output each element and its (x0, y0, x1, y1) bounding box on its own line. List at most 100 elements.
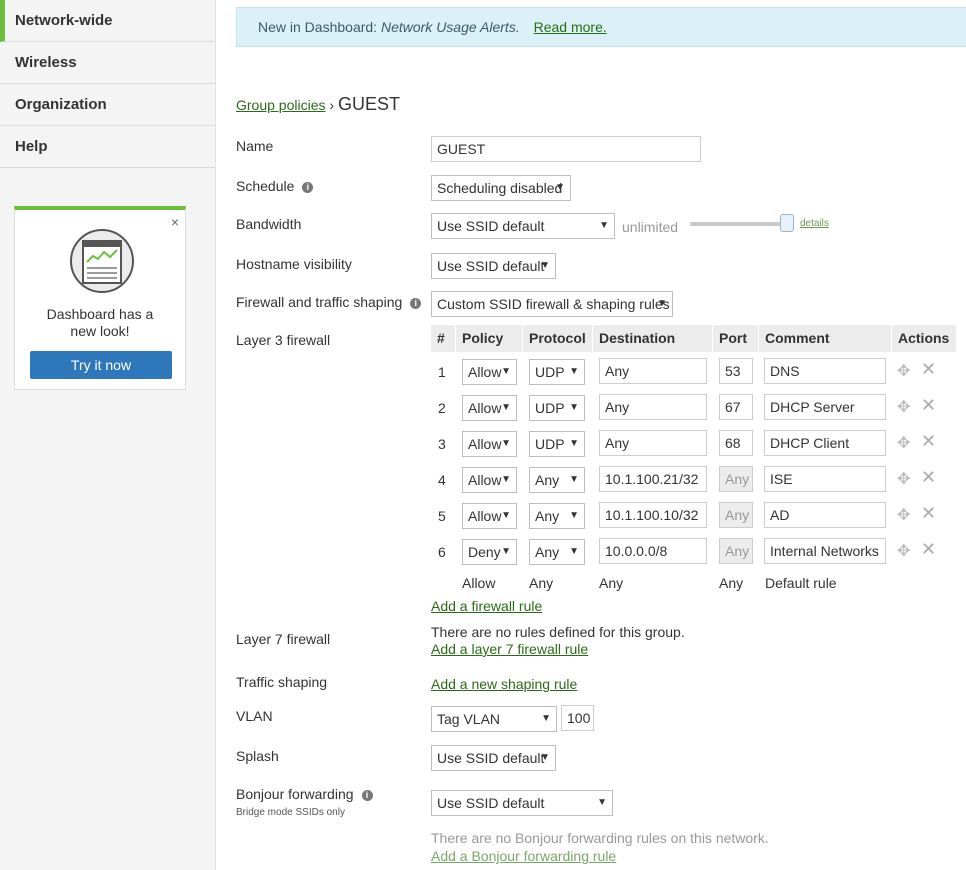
banner-feature: Network Usage Alerts. (380, 19, 520, 35)
try-it-now-button[interactable]: Try it now (30, 351, 172, 379)
bandwidth-slider-track[interactable] (690, 222, 788, 226)
chevron-down-icon: ▼ (569, 438, 579, 449)
splash-select-value: Use SSID default (437, 750, 545, 766)
info-icon[interactable]: i (302, 182, 314, 193)
rule-protocol-select[interactable]: Any ▼ (529, 467, 585, 493)
rule-destination-input[interactable]: 10.0.0.0/8 (599, 538, 707, 564)
col-header-protocol: Protocol (523, 325, 592, 352)
rule-protocol-select[interactable]: Any ▼ (529, 503, 585, 529)
delete-icon[interactable]: ✕ (921, 359, 936, 380)
move-icon[interactable]: ✥ (897, 397, 910, 417)
firewall-label: Firewall and traffic shaping (236, 294, 403, 310)
rule-policy-select-value: Allow (468, 400, 502, 416)
move-icon[interactable]: ✥ (897, 541, 910, 561)
firewall-label-row: Firewall and traffic shaping i (236, 294, 422, 310)
sidebar: Network-wide Wireless Organization Help … (0, 0, 216, 870)
delete-icon[interactable]: ✕ (921, 467, 936, 488)
rule-destination-input[interactable]: Any (599, 430, 707, 456)
splash-select[interactable]: Use SSID default ▼ (431, 745, 556, 771)
rule-policy-select[interactable]: Allow ▼ (462, 467, 517, 493)
rule-policy-select[interactable]: Allow ▼ (462, 431, 517, 457)
bandwidth-details-link[interactable]: details (800, 218, 829, 229)
layer7-label: Layer 7 firewall (236, 631, 331, 647)
name-input[interactable]: GUEST (431, 136, 701, 162)
rule-policy-select[interactable]: Deny ▼ (462, 539, 517, 565)
rule-protocol-select[interactable]: Any ▼ (529, 539, 585, 565)
move-icon[interactable]: ✥ (897, 361, 910, 381)
add-shaping-rule-link[interactable]: Add a new shaping rule (431, 676, 577, 692)
add-firewall-rule-link[interactable]: Add a firewall rule (431, 598, 542, 614)
add-layer7-rule-link[interactable]: Add a layer 7 firewall rule (431, 641, 588, 657)
move-icon[interactable]: ✥ (897, 433, 910, 453)
default-rule-policy: Allow (462, 575, 496, 591)
firewall-select[interactable]: Custom SSID firewall & shaping rules ▼ (431, 291, 673, 317)
rule-comment-input[interactable]: DHCP Client (764, 430, 886, 456)
delete-icon[interactable]: ✕ (921, 431, 936, 452)
rule-comment-input[interactable]: ISE (764, 466, 886, 492)
rule-comment-input[interactable]: DHCP Server (764, 394, 886, 420)
banner-prefix: New in Dashboard: (258, 19, 378, 35)
bonjour-select-value: Use SSID default (437, 795, 545, 811)
breadcrumb-group-policies[interactable]: Group policies (236, 97, 326, 113)
bandwidth-select[interactable]: Use SSID default ▼ (431, 213, 615, 239)
rule-protocol-select[interactable]: UDP ▼ (529, 431, 585, 457)
close-icon[interactable]: × (171, 214, 179, 230)
info-icon[interactable]: i (410, 298, 422, 309)
schedule-select[interactable]: Scheduling disabled ▼ (431, 175, 571, 201)
bandwidth-slider-handle[interactable] (780, 214, 794, 232)
col-header-number: # (431, 325, 455, 352)
rule-policy-select[interactable]: Allow ▼ (462, 359, 517, 385)
new-look-promo: × Dashboard has a new look! Try it now (14, 206, 186, 390)
rule-protocol-select[interactable]: UDP ▼ (529, 395, 585, 421)
rule-destination-input[interactable]: Any (599, 358, 707, 384)
vlan-id-input[interactable]: 100 (561, 705, 594, 731)
nav-network-wide[interactable]: Network-wide (0, 0, 215, 42)
rule-protocol-select-value: UDP (535, 364, 565, 380)
rule-protocol-select[interactable]: UDP ▼ (529, 359, 585, 385)
chevron-down-icon: ▼ (555, 182, 565, 193)
bonjour-label: Bonjour forwarding (236, 786, 354, 802)
rule-destination-input[interactable]: Any (599, 394, 707, 420)
rule-protocol-select-value: Any (535, 544, 560, 560)
rule-destination-input[interactable]: 10.1.100.10/32 (599, 502, 707, 528)
vlan-select[interactable]: Tag VLAN ▼ (431, 706, 557, 732)
chevron-down-icon: ▼ (599, 220, 609, 231)
rule-policy-select[interactable]: Allow ▼ (462, 395, 517, 421)
hostname-select[interactable]: Use SSID default ▼ (431, 253, 556, 279)
rule-port-input[interactable]: 68 (719, 430, 753, 456)
nav-help[interactable]: Help (0, 126, 215, 168)
announcement-banner: New in Dashboard: Network Usage Alerts. … (236, 7, 966, 47)
rule-policy-select[interactable]: Allow ▼ (462, 503, 517, 529)
rule-port-input: Any (719, 466, 753, 492)
chevron-down-icon: ▼ (569, 366, 579, 377)
col-header-port: Port (713, 325, 758, 352)
add-bonjour-rule-link[interactable]: Add a Bonjour forwarding rule (431, 848, 616, 864)
rule-port-input[interactable]: 53 (719, 358, 753, 384)
name-label: Name (236, 138, 274, 154)
rule-comment-input[interactable]: AD (764, 502, 886, 528)
bonjour-label-row: Bonjour forwarding i (236, 786, 373, 802)
default-rule-port: Any (719, 575, 744, 591)
rule-protocol-select-value: Any (535, 472, 560, 488)
delete-icon[interactable]: ✕ (921, 395, 936, 416)
nav-organization[interactable]: Organization (0, 84, 215, 126)
rule-comment-input[interactable]: DNS (764, 358, 886, 384)
chevron-down-icon: ▼ (501, 546, 511, 557)
rule-number: 1 (438, 364, 446, 380)
bonjour-empty-text: There are no Bonjour forwarding rules on… (431, 830, 769, 846)
bonjour-select[interactable]: Use SSID default ▼ (431, 790, 613, 816)
rule-destination-input[interactable]: 10.1.100.21/32 (599, 466, 707, 492)
read-more-link[interactable]: Read more. (534, 19, 607, 35)
move-icon[interactable]: ✥ (897, 505, 910, 525)
info-icon[interactable]: i (361, 790, 373, 801)
chevron-down-icon: ▼ (541, 713, 551, 724)
nav-wireless[interactable]: Wireless (0, 42, 215, 84)
delete-icon[interactable]: ✕ (921, 539, 936, 560)
chevron-down-icon: ▼ (569, 402, 579, 413)
rule-port-input[interactable]: 67 (719, 394, 753, 420)
move-icon[interactable]: ✥ (897, 469, 910, 489)
col-header-actions: Actions (892, 325, 956, 352)
delete-icon[interactable]: ✕ (921, 503, 936, 524)
rule-comment-input[interactable]: Internal Networks (764, 538, 886, 564)
rule-number: 2 (438, 400, 446, 416)
